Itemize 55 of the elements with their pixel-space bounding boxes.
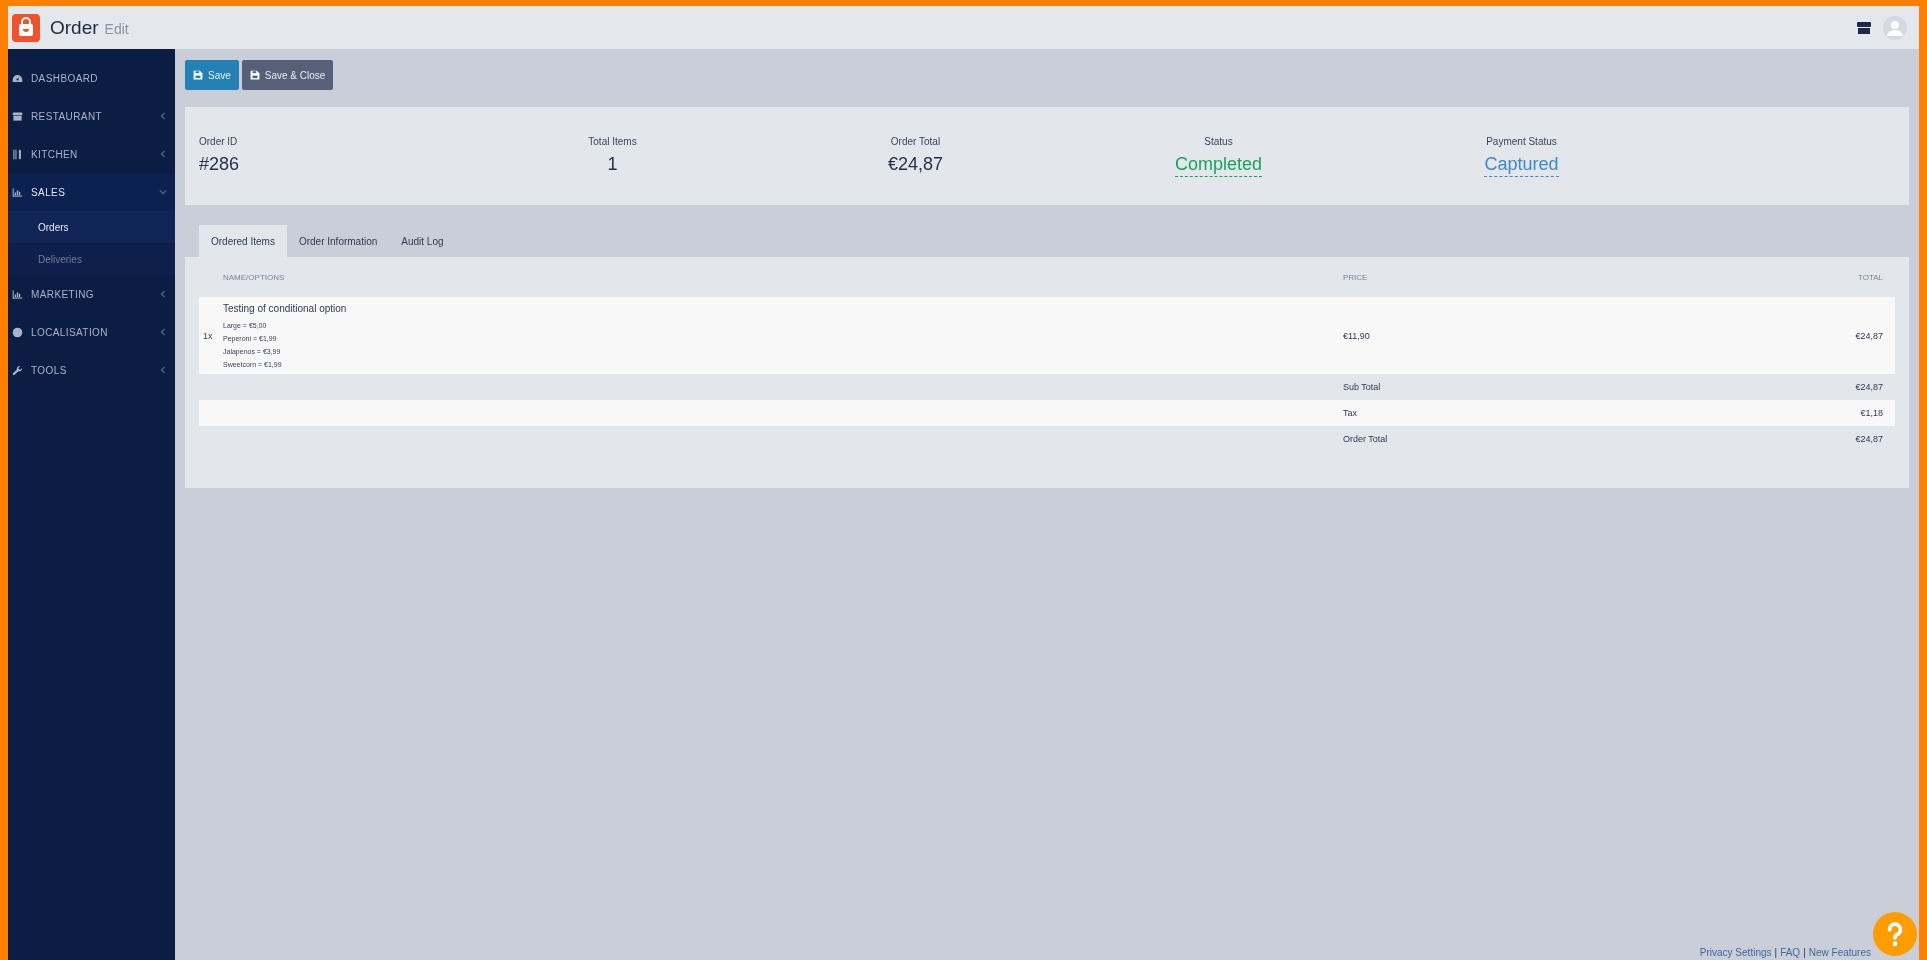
total-cell-text: €24,87 <box>1854 330 1883 341</box>
stat-value: #286 <box>199 153 240 175</box>
sidebar-item[interactable]: RESTAURANT <box>8 97 175 135</box>
stat-label: Order ID <box>199 135 238 147</box>
stat-label: Payment Status <box>1486 135 1557 147</box>
footer-link[interactable]: New Features <box>1808 947 1871 958</box>
summary-label: Order Total <box>1343 434 1389 444</box>
sidebar-subitem[interactable]: Deliveries <box>8 243 175 275</box>
tab[interactable]: Audit Log <box>389 225 456 257</box>
tab[interactable]: Order Information <box>286 225 390 257</box>
chevron-icon <box>159 188 167 196</box>
tab[interactable]: Ordered Items <box>199 225 287 257</box>
page-subtitle: Edit <box>104 21 129 37</box>
save-button[interactable]: Save <box>185 60 239 90</box>
gauge-icon <box>12 72 23 84</box>
quantity-text: 1x <box>202 330 214 341</box>
stat-label: Status <box>1204 135 1233 147</box>
column-header: PRICE <box>1343 271 1369 284</box>
avatar-icon <box>1883 15 1907 40</box>
summary-value: €24,87 <box>1854 434 1883 444</box>
stat-value: 1 <box>607 153 618 175</box>
column-header: NAME/OPTIONS <box>223 271 286 284</box>
column-header: TOTAL <box>1856 271 1883 284</box>
stat-value: €24,87 <box>887 153 944 175</box>
price-cell-text: €11,90 <box>1343 330 1371 341</box>
save-close-button[interactable]: Save & Close <box>241 60 334 90</box>
sidebar-item[interactable]: KITCHEN <box>8 135 175 173</box>
chevron-icon <box>159 150 167 158</box>
summary-value: €1,18 <box>1859 408 1883 418</box>
stat-label: Order Total <box>890 135 941 147</box>
chevron-icon <box>159 112 167 120</box>
chart-icon <box>12 186 23 198</box>
sidebar-item[interactable]: TOOLS <box>8 351 175 389</box>
footer-link[interactable]: Privacy Settings <box>1699 947 1772 958</box>
sidebar-item[interactable]: MARKETING <box>8 275 175 313</box>
page-title: Order <box>50 16 99 39</box>
wrench-icon <box>12 364 23 376</box>
summary-value: €24,87 <box>1854 382 1883 392</box>
summary-label: Sub Total <box>1343 382 1382 392</box>
sidebar-item[interactable]: DASHBOARD <box>8 59 175 97</box>
sidebar-item[interactable]: SALES <box>8 173 175 211</box>
chart-icon <box>12 288 23 300</box>
sidebar-subitem[interactable]: Orders <box>8 211 175 243</box>
separator-text: | <box>1774 947 1778 958</box>
sidebar-item[interactable]: LOCALISATION <box>8 313 175 351</box>
chevron-icon <box>159 366 167 374</box>
item-name: Testing of conditional option <box>223 303 348 314</box>
footer-link[interactable]: FAQ <box>1780 947 1801 958</box>
summary-label: Tax <box>1343 408 1358 418</box>
chevron-icon <box>159 290 167 298</box>
store-icon <box>12 110 23 122</box>
stat-label: Total Items <box>588 135 637 147</box>
chevron-icon <box>159 328 167 336</box>
separator-text: | <box>1803 947 1806 958</box>
help-button[interactable] <box>1873 912 1917 956</box>
